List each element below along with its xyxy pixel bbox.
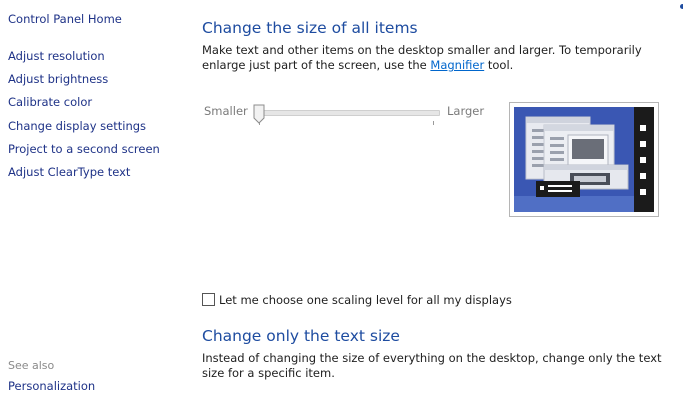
sidebar-item-change-display-settings[interactable]: Change display settings [8,119,146,133]
text-size-description: Instead of changing the size of everythi… [202,351,662,380]
scaling-checkbox-row[interactable]: Let me choose one scaling level for all … [202,289,512,308]
sidebar-item-calibrate-color[interactable]: Calibrate color [8,95,92,109]
see-also-label: See also [8,359,55,372]
size-description-tail: tool. [484,58,514,72]
slider-max-label: Larger [447,104,485,118]
main-content: Change the size of all items Make text a… [202,0,683,386]
sidebar-item-adjust-brightness[interactable]: Adjust brightness [8,72,108,86]
size-description: Make text and other items on the desktop… [202,43,674,73]
slider-thumb-icon[interactable] [253,104,265,124]
size-heading: Change the size of all items [202,19,418,37]
magnifier-link[interactable]: Magnifier [430,58,484,72]
sidebar: Control Panel Home Adjust resolution Adj… [0,0,190,393]
sidebar-item-personalization[interactable]: Personalization [8,379,95,393]
scaling-checkbox-label: Let me choose one scaling level for all … [219,293,512,307]
size-slider-track[interactable] [258,110,440,116]
sidebar-item-project-second-screen[interactable]: Project to a second screen [8,142,160,156]
sidebar-item-adjust-cleartype[interactable]: Adjust ClearType text [8,165,130,179]
preview-illustration [514,107,654,212]
display-preview [509,102,659,217]
sidebar-item-adjust-resolution[interactable]: Adjust resolution [8,49,105,63]
slider-tick-max [433,121,434,125]
slider-min-label: Smaller [204,104,248,118]
size-description-text: Make text and other items on the desktop… [202,43,642,72]
text-size-heading: Change only the text size [202,327,400,345]
control-panel-home-link[interactable]: Control Panel Home [8,12,122,26]
scaling-checkbox[interactable] [202,293,215,306]
